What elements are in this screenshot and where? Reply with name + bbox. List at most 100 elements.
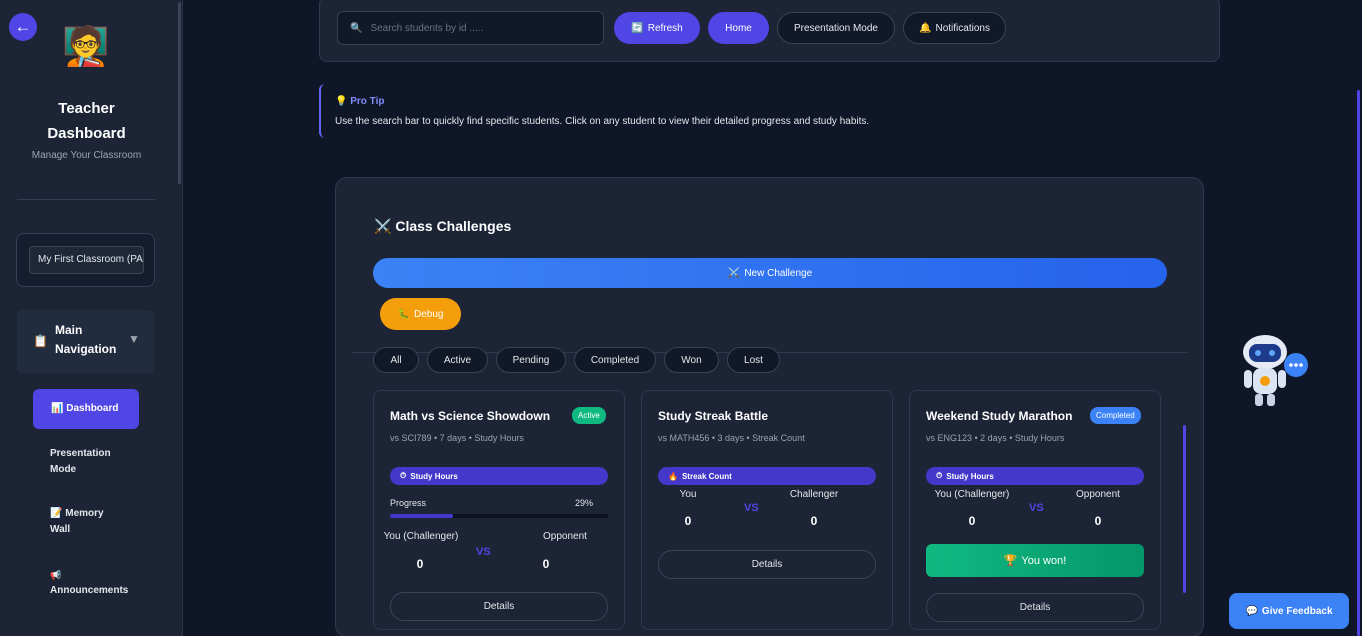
top-toolbar: 🔍 🔄 Refresh Home Presentation Mode 🔔 Not… <box>319 0 1220 62</box>
refresh-button[interactable]: 🔄 Refresh <box>614 12 700 44</box>
fire-icon: 🔥 <box>668 471 678 481</box>
opponent-score: 0 <box>1094 514 1102 528</box>
challenge-card: Math vs Science Showdown Active vs SCI78… <box>373 390 625 630</box>
challenge-meta: vs ENG123 • 2 days • Study Hours <box>926 433 1065 443</box>
search-box: 🔍 <box>337 11 604 45</box>
classroom-select[interactable]: My First Classroom (PAI <box>29 246 144 274</box>
challenger-label: You <box>679 489 697 500</box>
presentation-mode-label: Presentation Mode <box>794 22 878 34</box>
new-challenge-label: New Challenge <box>744 267 813 279</box>
metric-badge: 🔥 Streak Count <box>658 467 876 485</box>
pro-tip: 💡 Pro Tip Use the search bar to quickly … <box>319 84 1220 138</box>
refresh-label: Refresh <box>647 22 683 34</box>
filter-completed[interactable]: Completed <box>574 347 656 373</box>
debug-label: Debug <box>413 308 444 320</box>
opponent-label: Opponent <box>543 531 587 542</box>
crossed-swords-icon: ⚔️ <box>727 267 741 279</box>
metric-label: Study Hours <box>410 471 458 481</box>
give-feedback-button[interactable]: 💬 Give Feedback <box>1229 593 1349 629</box>
sidebar-scrollbar[interactable] <box>178 2 181 184</box>
stopwatch-icon: ⏱ <box>400 471 407 480</box>
challenge-card: Study Streak Battle vs MATH456 • 3 days … <box>641 390 893 630</box>
home-label: Home <box>725 22 752 34</box>
challenge-title: Study Streak Battle <box>658 409 769 423</box>
filter-lost[interactable]: Lost <box>727 347 780 373</box>
filter-active[interactable]: Active <box>427 347 488 373</box>
sidebar-item-dashboard[interactable]: 📊 Dashboard <box>33 389 139 429</box>
vs-label: VS <box>1029 502 1044 514</box>
metric-badge: ⏱ Study Hours <box>926 467 1144 485</box>
give-feedback-label: Give Feedback <box>1261 605 1333 617</box>
opponent-score: 0 <box>810 514 818 528</box>
search-icon: 🔍 <box>350 22 363 34</box>
status-badge: Active <box>572 407 606 424</box>
bug-icon: 🐛 <box>397 308 410 320</box>
progress-value: 29% <box>575 498 594 508</box>
details-button[interactable]: Details <box>926 593 1144 622</box>
pro-tip-title-text: Pro Tip <box>350 96 385 107</box>
sidebar-item-memory-wall[interactable]: 📝 Memory Wall <box>50 506 120 538</box>
notifications-button[interactable]: 🔔 Notifications <box>903 12 1006 44</box>
filter-pending[interactable]: Pending <box>496 347 566 373</box>
sidebar-item-announcements[interactable]: 📢 Announcements <box>50 567 150 599</box>
main-navigation-label: Main Navigation <box>55 323 117 356</box>
sidebar-item-label: Announcements <box>50 585 129 596</box>
details-button[interactable]: Details <box>390 592 608 621</box>
sidebar-item-presentation-mode[interactable]: Presentation Mode <box>50 446 120 478</box>
vs-label: VS <box>476 546 491 558</box>
speech-bubble-icon: 💬 <box>1245 605 1258 617</box>
panel-title: ⚔️ Class Challenges <box>374 218 511 235</box>
class-challenges-panel: ⚔️ Class Challenges ⚔️ New Challenge 🐛 D… <box>335 177 1204 636</box>
home-button[interactable]: Home <box>708 12 769 44</box>
main-navigation-toggle[interactable]: 📋 Main Navigation ▼ <box>17 310 154 374</box>
metric-badge: ⏱ Study Hours <box>390 467 608 485</box>
sidebar-item-label: Presentation Mode <box>50 448 111 475</box>
chevron-down-icon: ▼ <box>128 332 140 346</box>
pro-tip-title: 💡 Pro Tip <box>335 96 385 107</box>
details-button[interactable]: Details <box>658 550 876 579</box>
new-challenge-button[interactable]: ⚔️ New Challenge <box>373 258 1167 288</box>
challenger-score: 0 <box>416 557 424 571</box>
search-input[interactable] <box>370 22 591 34</box>
status-badge: Completed <box>1090 407 1141 424</box>
challenge-card: Weekend Study Marathon Completed vs ENG1… <box>909 390 1161 630</box>
sidebar-subtitle: Manage Your Classroom <box>31 150 142 161</box>
sidebar: ← 🧑‍🏫 Teacher Dashboard Manage Your Clas… <box>0 0 183 636</box>
memo-icon: 📝 <box>50 508 63 519</box>
sidebar-title: Teacher Dashboard <box>47 100 126 142</box>
sidebar-divider <box>17 199 155 200</box>
vs-label: VS <box>744 502 759 514</box>
panel-title-text: Class Challenges <box>395 218 512 234</box>
megaphone-icon: 📢 <box>50 570 62 580</box>
trophy-icon: 🏆 <box>1003 555 1018 567</box>
progress-fill <box>390 514 454 518</box>
filter-all[interactable]: All <box>373 347 419 373</box>
filter-won[interactable]: Won <box>664 347 719 373</box>
page-scrollbar[interactable] <box>1357 90 1360 636</box>
teacher-avatar-icon: 🧑‍🏫 <box>62 26 110 68</box>
sidebar-item-label: Dashboard <box>66 403 119 414</box>
challenger-label: You (Challenger) <box>383 531 459 542</box>
bell-icon: 🔔 <box>919 22 932 34</box>
robot-assistant-icon[interactable] <box>1240 334 1310 410</box>
debug-button[interactable]: 🐛 Debug <box>380 298 461 330</box>
bar-chart-icon: 📊 <box>51 403 64 414</box>
back-arrow-icon[interactable]: ← <box>9 13 37 41</box>
challenger-score: 0 <box>684 514 692 528</box>
challenges-scrollbar[interactable] <box>1183 425 1186 593</box>
metric-label: Streak Count <box>681 471 732 481</box>
metric-label: Study Hours <box>946 471 994 481</box>
result-label: You won! <box>1021 554 1067 567</box>
challenger-label: You (Challenger) <box>934 489 1010 500</box>
challenge-title: Weekend Study Marathon <box>926 409 1073 423</box>
opponent-score: 0 <box>542 557 550 571</box>
presentation-mode-button[interactable]: Presentation Mode <box>777 12 895 44</box>
pro-tip-text: Use the search bar to quickly find speci… <box>335 116 870 127</box>
clipboard-icon: 📋 <box>33 334 48 348</box>
result-banner: 🏆 You won! <box>926 544 1144 577</box>
opponent-label: Challenger <box>789 489 839 500</box>
challenge-meta: vs SCI789 • 7 days • Study Hours <box>390 433 524 443</box>
classroom-selector: My First Classroom (PAI <box>16 233 155 287</box>
progress-bar <box>390 514 608 518</box>
refresh-icon: 🔄 <box>631 22 644 34</box>
